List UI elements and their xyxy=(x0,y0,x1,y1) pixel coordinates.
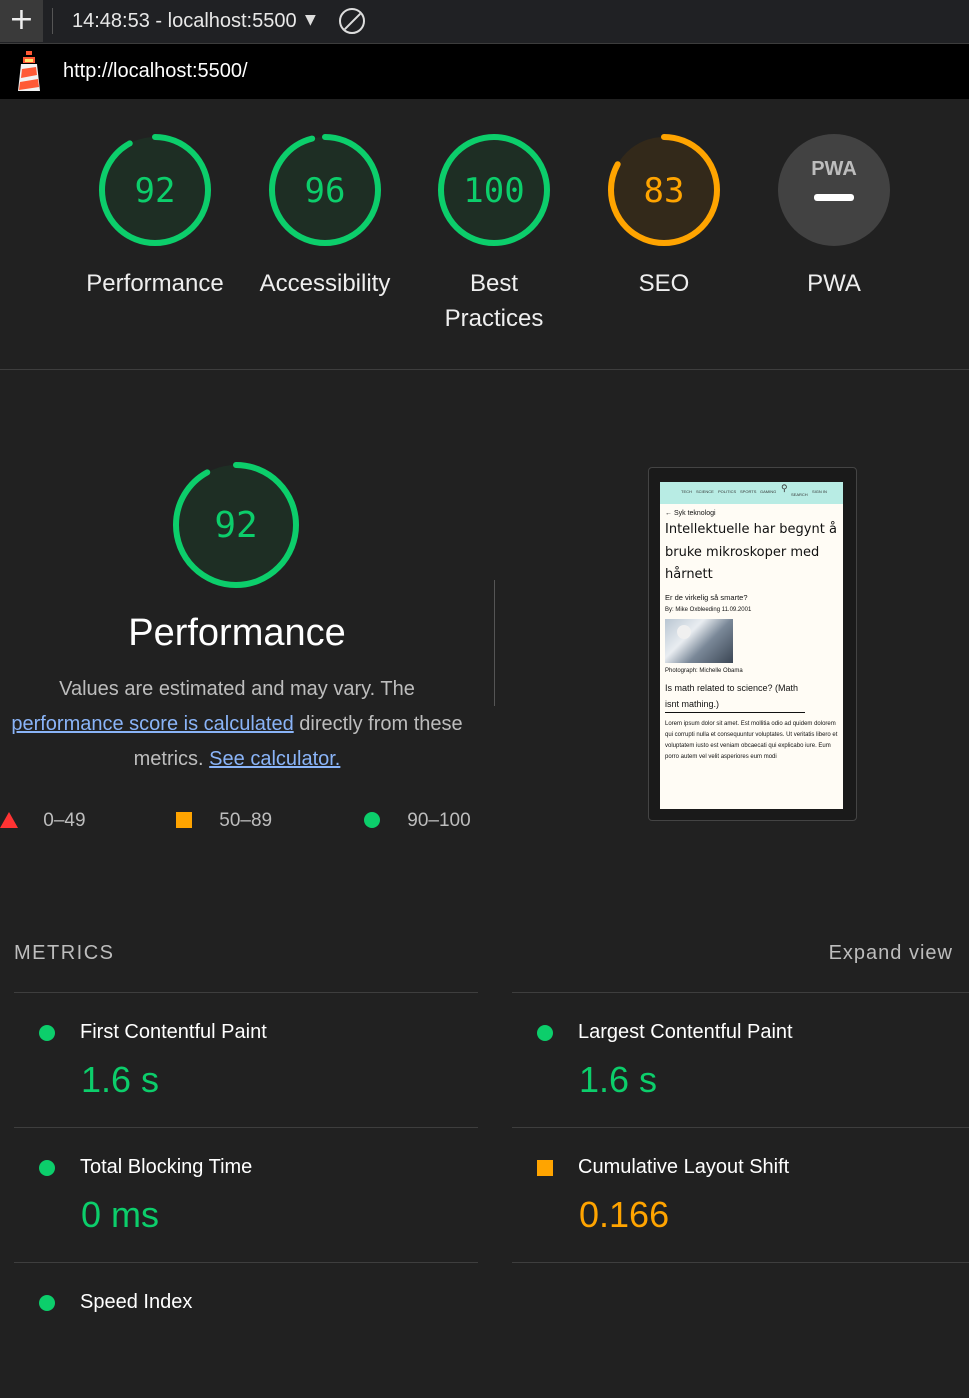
plus-icon[interactable]: + xyxy=(0,0,43,42)
performance-section: 92 Performance Values are estimated and … xyxy=(0,370,969,900)
back-arrow-icon: ← xyxy=(665,510,672,517)
pwa-badge-icon: PWA xyxy=(778,134,890,246)
report-selector[interactable]: 14:48:53 - localhost:5500 xyxy=(72,10,297,33)
metrics-header: METRICS xyxy=(14,942,115,964)
gauge-label: Best Practices xyxy=(444,270,544,332)
nav-item: SPORTS xyxy=(740,489,757,494)
metric-divider xyxy=(512,1262,969,1322)
gauge-score: 83 xyxy=(644,171,685,211)
report-url[interactable]: http://localhost:5500/ xyxy=(63,60,248,83)
see-calculator-link[interactable]: See calculator. xyxy=(209,748,340,770)
gauge-best-practices[interactable]: 100 Best Practices xyxy=(409,132,579,336)
metric-lcp: Largest Contentful Paint 1.6 s xyxy=(512,992,969,1128)
report-url-bar: http://localhost:5500/ xyxy=(0,44,969,99)
gauge-ring: 83 xyxy=(608,134,720,246)
performance-description: Values are estimated and may vary. The p… xyxy=(0,672,474,777)
pass-circle-icon xyxy=(364,812,380,828)
screenshot-page: TECH SCIENCE POLITICS SPORTS GAMING ⚲ SE… xyxy=(660,482,843,809)
pass-circle-icon xyxy=(39,1160,55,1176)
blocked-circle-icon[interactable] xyxy=(339,8,365,34)
metric-value: 1.6 s xyxy=(579,1059,658,1100)
screenshot-breadcrumb: ← Syk teknologi xyxy=(665,510,843,517)
metric-name: Total Blocking Time xyxy=(80,1156,253,1178)
nav-item: SCIENCE xyxy=(696,489,714,494)
lighthouse-icon xyxy=(18,51,40,91)
legend-range: 50–89 xyxy=(219,810,273,831)
nav-item: SEARCH xyxy=(791,492,808,497)
screenshot-headline: Intellektuelle har begynt å bruke mikros… xyxy=(665,522,837,582)
gauge-ring: 100 xyxy=(438,134,550,246)
category-gauges: 92 Performance 96 Accessibility 100 Best… xyxy=(0,99,969,370)
desc-text: Values are estimated and may vary. The xyxy=(59,678,415,700)
expand-view-button[interactable]: Expand view xyxy=(829,942,953,965)
metric-name: Largest Contentful Paint xyxy=(578,1021,793,1043)
metric-speed-index: Speed Index xyxy=(14,1262,478,1398)
nav-item: SIGN IN xyxy=(812,489,827,494)
gauge-score: 92 xyxy=(135,171,176,211)
gauge-performance[interactable]: 92 Performance xyxy=(70,132,240,301)
devtools-toolbar: + 14:48:53 - localhost:5500 ▼ xyxy=(0,0,969,44)
average-square-icon xyxy=(537,1160,553,1176)
gauge-accessibility[interactable]: 96 Accessibility xyxy=(240,132,410,301)
metric-name: First Contentful Paint xyxy=(80,1021,267,1043)
screenshot-byline: By: Mike Oxbleeding 11.09.2001 xyxy=(665,606,752,613)
performance-score: 92 xyxy=(214,505,257,546)
pass-circle-icon xyxy=(537,1025,553,1041)
legend-range: 90–100 xyxy=(407,810,471,831)
toolbar-divider xyxy=(52,8,53,34)
legend-fail: 0–49 xyxy=(0,810,86,832)
screenshot-photo xyxy=(665,618,733,663)
breadcrumb-text: Syk teknologi xyxy=(673,510,716,517)
screenshot-link: Is math related to science? (Math isnt m… xyxy=(665,680,805,713)
gauge-ring: 96 xyxy=(269,134,381,246)
caret-down-icon[interactable]: ▼ xyxy=(305,12,316,28)
gauge-seo[interactable]: 83 SEO xyxy=(579,132,749,301)
gauge-ring: 92 xyxy=(99,134,211,246)
metric-tbt: Total Blocking Time 0 ms xyxy=(14,1127,478,1263)
pass-circle-icon xyxy=(39,1025,55,1041)
screenshot-body-text: Lorem ipsum dolor sit amet. Est mollitia… xyxy=(665,720,838,760)
performance-title: Performance xyxy=(128,612,346,654)
pwa-badge-text: PWA xyxy=(811,158,857,180)
nav-item: GAMING xyxy=(760,489,777,494)
gauge-label: SEO xyxy=(638,270,690,297)
screenshot-subtitle: Er de virkelig så smarte? xyxy=(665,592,748,602)
fail-triangle-icon xyxy=(0,812,18,828)
legend-pass: 90–100 xyxy=(364,810,471,832)
screenshot-photo-credit: Photograph: Michelle Obama xyxy=(665,667,743,674)
metric-value: 0 ms xyxy=(81,1194,160,1235)
gauge-score: 96 xyxy=(305,171,346,211)
metric-cls: Cumulative Layout Shift 0.166 xyxy=(512,1127,969,1263)
gauge-pwa[interactable]: PWA PWA xyxy=(749,132,919,301)
average-square-icon xyxy=(176,812,192,828)
performance-gauge: 92 xyxy=(173,462,299,588)
search-icon: ⚲ xyxy=(781,483,788,493)
section-divider xyxy=(494,580,495,706)
screenshot-nav: TECH SCIENCE POLITICS SPORTS GAMING ⚲ SE… xyxy=(660,482,843,504)
gauge-label: Performance xyxy=(86,270,224,297)
nav-item: POLITICS xyxy=(718,489,737,494)
final-screenshot[interactable]: TECH SCIENCE POLITICS SPORTS GAMING ⚲ SE… xyxy=(648,467,857,821)
score-calculated-link[interactable]: performance score is calculated xyxy=(11,713,293,735)
metric-value: 0.166 xyxy=(579,1194,670,1235)
metric-name: Speed Index xyxy=(80,1291,193,1313)
metric-name: Cumulative Layout Shift xyxy=(578,1156,790,1178)
gauge-score: 100 xyxy=(463,171,524,211)
nav-item: TECH xyxy=(681,489,692,494)
pass-circle-icon xyxy=(39,1295,55,1311)
legend-average: 50–89 xyxy=(176,810,272,832)
legend-range: 0–49 xyxy=(43,810,86,831)
metric-value: 1.6 s xyxy=(81,1059,160,1100)
gauge-label: Accessibility xyxy=(259,270,391,297)
metric-fcp: First Contentful Paint 1.6 s xyxy=(14,992,478,1128)
gauge-label: PWA xyxy=(807,270,861,297)
